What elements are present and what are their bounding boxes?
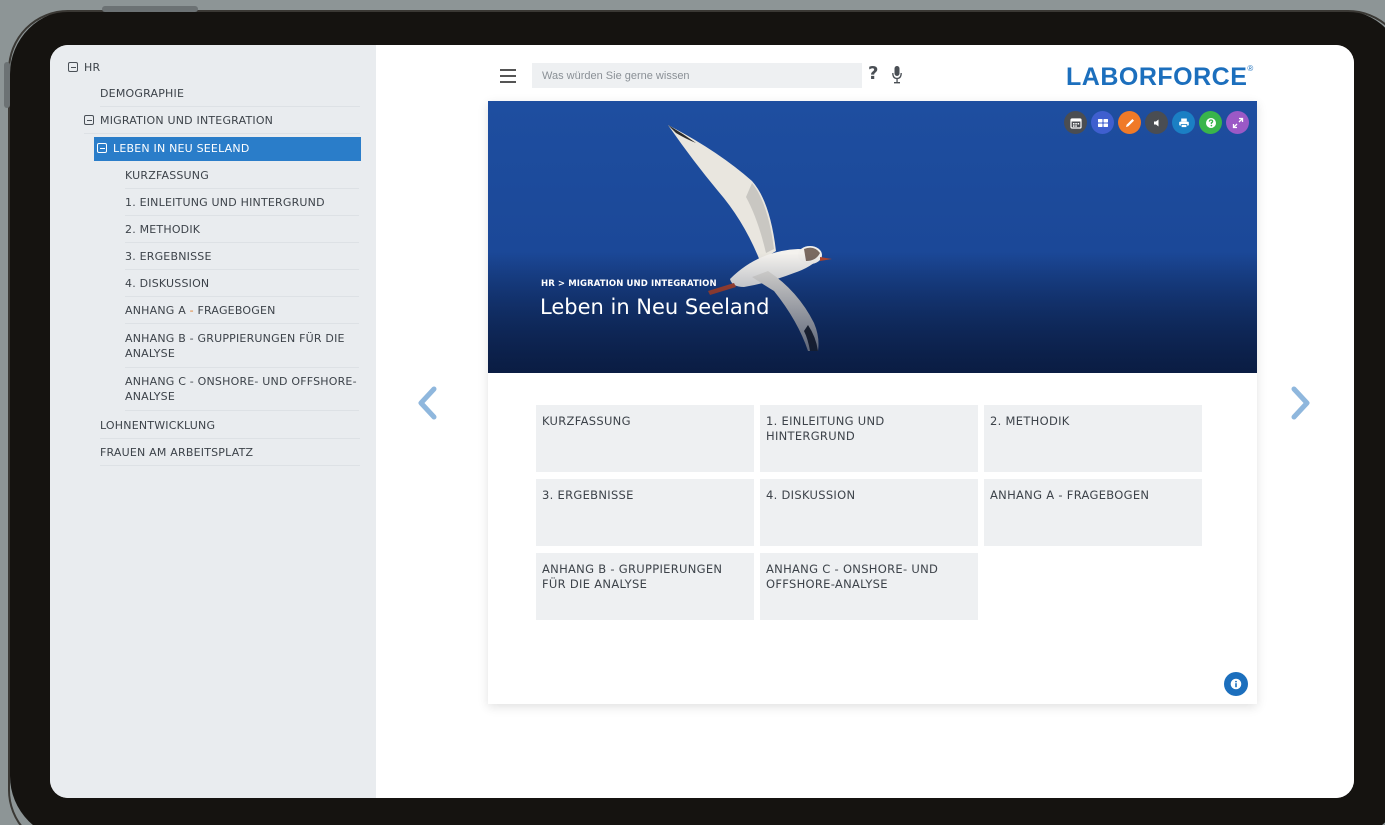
tree-item-anhang-a[interactable]: ANHANG A - FRAGEBOGEN [125, 298, 359, 324]
tree-item-leben-in-neu-seeland[interactable]: LEBEN IN NEU SEELAND [94, 137, 361, 161]
tree-item-lohnentwicklung[interactable]: LOHNENTWICKLUNG [100, 413, 360, 439]
info-button[interactable] [1224, 672, 1248, 696]
calendar-icon [1069, 117, 1082, 129]
tree-item-label: HR [84, 61, 101, 74]
page-title: Leben in Neu Seeland [540, 295, 770, 319]
tree-item-label: ANHANG A [125, 304, 190, 317]
tile-anhang-a[interactable]: ANHANG A - FRAGEBOGEN [984, 479, 1202, 546]
tree-item-ergebnisse[interactable]: 3. ERGEBNISSE [125, 244, 359, 270]
microphone-icon[interactable] [892, 66, 902, 84]
tree-item-label: LEBEN IN NEU SEELAND [113, 142, 250, 155]
menu-icon[interactable] [500, 69, 516, 83]
tile-label: ANHANG A - FRAGEBOGEN [990, 488, 1150, 502]
content-card: HR > MIGRATION UND INTEGRATION Leben in … [488, 101, 1257, 704]
tree-item-migration[interactable]: MIGRATION UND INTEGRATION [84, 108, 360, 134]
tree-item-kurzfassung[interactable]: KURZFASSUNG [125, 163, 359, 189]
app-screen: HR DEMOGRAPHIE MIGRATION UND INTEGRATION… [50, 45, 1354, 798]
expand-button[interactable] [1226, 111, 1249, 134]
tablet-side-button [4, 62, 10, 108]
tree-item-label: 3. ERGEBNISSE [125, 250, 212, 263]
tile-methodik[interactable]: 2. METHODIK [984, 405, 1202, 472]
help-icon [1205, 117, 1216, 128]
question-icon[interactable]: ? [868, 63, 878, 84]
tile-label: 1. EINLEITUNG UND HINTERGRUND [766, 414, 885, 443]
tree-item-label: KURZFASSUNG [125, 169, 209, 182]
tree-item-label: MIGRATION UND INTEGRATION [100, 114, 274, 127]
grid-button[interactable] [1091, 111, 1114, 134]
chevron-left-icon[interactable] [416, 385, 440, 421]
collapse-icon[interactable] [68, 62, 78, 72]
tree-item-demographie[interactable]: DEMOGRAPHIE [100, 81, 360, 107]
tile-diskussion[interactable]: 4. DISKUSSION [760, 479, 978, 546]
info-icon [1230, 678, 1242, 690]
collapse-icon[interactable] [84, 115, 94, 125]
tile-ergebnisse[interactable]: 3. ERGEBNISSE [536, 479, 754, 546]
tree-item-label: FRAUEN AM ARBEITSPLATZ [100, 446, 254, 459]
tree-item-label: LOHNENTWICKLUNG [100, 419, 216, 432]
tree-item-diskussion[interactable]: 4. DISKUSSION [125, 271, 359, 297]
toolbar [1064, 111, 1249, 134]
expand-icon [1232, 117, 1243, 128]
pencil-icon [1125, 118, 1134, 127]
tree-item-hr[interactable]: HR [68, 55, 358, 81]
print-icon [1178, 118, 1189, 128]
tile-label: ANHANG B - GRUPPIERUNGEN FÜR DIE ANALYSE [542, 562, 723, 591]
collapse-icon[interactable] [97, 143, 107, 153]
tree-item-label: 1. EINLEITUNG UND HINTERGRUND [125, 196, 325, 209]
tile-label: KURZFASSUNG [542, 414, 631, 428]
tree-item-einleitung[interactable]: 1. EINLEITUNG UND HINTERGRUND [125, 190, 359, 216]
tile-label: 4. DISKUSSION [766, 488, 856, 502]
hero-breadcrumb: HR > MIGRATION UND INTEGRATION [541, 279, 717, 289]
audio-button[interactable] [1145, 111, 1168, 134]
tree-item-anhang-c[interactable]: ANHANG C - ONSHORE- UND OFFSHORE-ANALYSE [125, 369, 359, 411]
edit-button[interactable] [1118, 111, 1141, 134]
tree-item-frauen[interactable]: FRAUEN AM ARBEITSPLATZ [100, 440, 360, 466]
speaker-icon [1153, 119, 1158, 126]
tree-item-anhang-b[interactable]: ANHANG B - GRUPPIERUNGEN FÜR DIE ANALYSE [125, 326, 359, 368]
main-content: ? LABORFORCE® [376, 45, 1354, 798]
search-input[interactable] [532, 63, 862, 88]
tree-item-methodik[interactable]: 2. METHODIK [125, 217, 359, 243]
tree-item-label: 2. METHODIK [125, 223, 201, 236]
tree-item-label: 4. DISKUSSION [125, 277, 210, 290]
print-button[interactable] [1172, 111, 1195, 134]
help-button[interactable] [1199, 111, 1222, 134]
tile-anhang-c[interactable]: ANHANG C - ONSHORE- UND OFFSHORE-ANALYSE [760, 553, 978, 620]
chevron-right-icon[interactable] [1288, 385, 1312, 421]
tile-label: 3. ERGEBNISSE [542, 488, 634, 502]
tile-label: ANHANG C - ONSHORE- UND OFFSHORE-ANALYSE [766, 562, 939, 591]
registered-mark: ® [1247, 64, 1254, 73]
tree-item-label: DEMOGRAPHIE [100, 87, 185, 100]
brand-logo[interactable]: LABORFORCE® [1066, 63, 1254, 92]
logo-text: LABORFORCE [1066, 63, 1248, 91]
tile-einleitung[interactable]: 1. EINLEITUNG UND HINTERGRUND [760, 405, 978, 472]
tree-item-label: ANHANG C - ONSHORE- UND OFFSHORE-ANALYSE [125, 375, 357, 403]
tablet-top-button [102, 6, 198, 12]
tree-item-label: ANHANG B - GRUPPIERUNGEN FÜR DIE ANALYSE [125, 332, 345, 360]
tile-anhang-b[interactable]: ANHANG B - GRUPPIERUNGEN FÜR DIE ANALYSE [536, 553, 754, 620]
tree-item-label: FRAGEBOGEN [193, 304, 276, 317]
sidebar-tree: HR DEMOGRAPHIE MIGRATION UND INTEGRATION… [50, 45, 376, 798]
grid-icon [1097, 118, 1108, 127]
hero-banner: HR > MIGRATION UND INTEGRATION Leben in … [488, 101, 1257, 373]
calendar-button[interactable] [1064, 111, 1087, 134]
tile-kurzfassung[interactable]: KURZFASSUNG [536, 405, 754, 472]
tile-label: 2. METHODIK [990, 414, 1070, 428]
